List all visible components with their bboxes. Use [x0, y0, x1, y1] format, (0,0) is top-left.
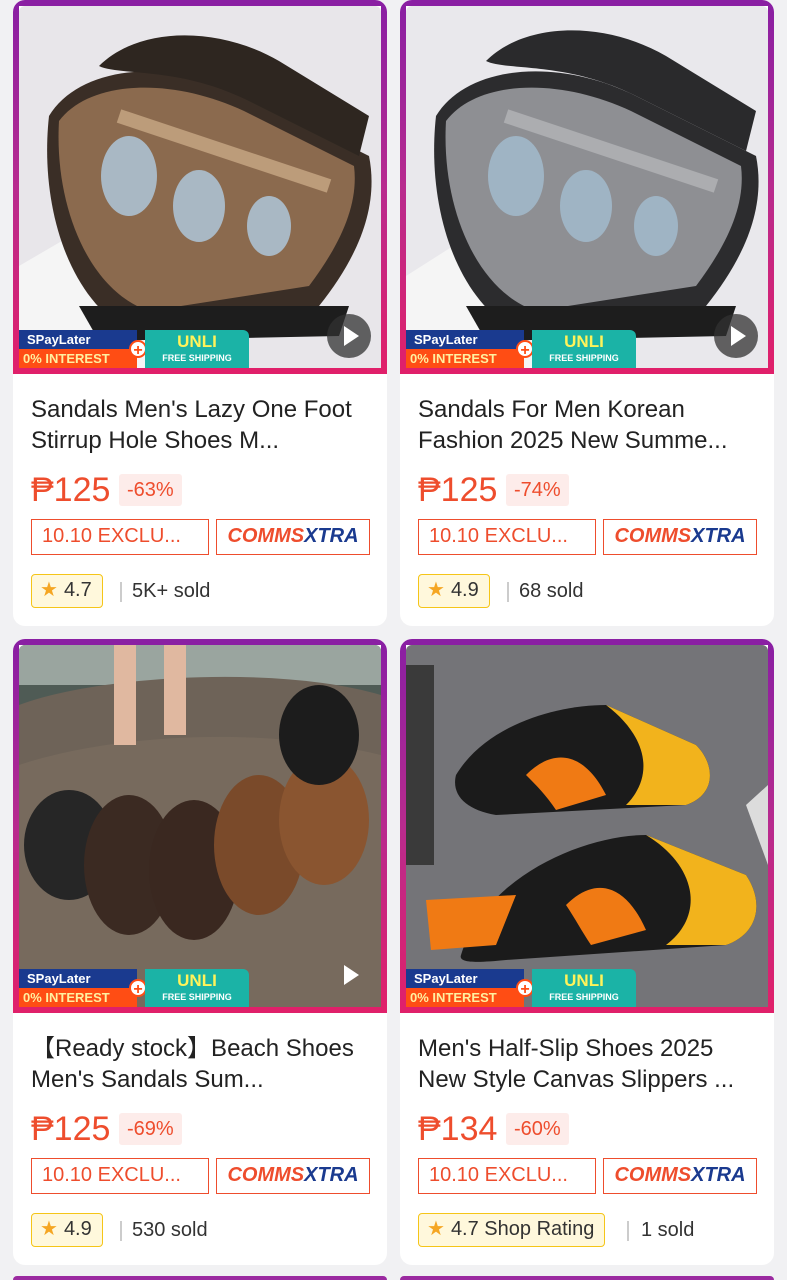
- product-card[interactable]: SPayLater 0% INTEREST + UNLI FREE SHIPPI…: [13, 0, 387, 626]
- product-price: ₱125: [31, 1110, 111, 1148]
- interest-label: 0% INTEREST: [406, 349, 524, 368]
- rating-badge: ★ 4.7 Shop Rating: [418, 1213, 606, 1247]
- rating-badge: ★ 4.9: [31, 1213, 103, 1247]
- spaylater-badge: SPayLater 0% INTEREST: [19, 330, 137, 368]
- unli-label: UNLI: [177, 971, 217, 990]
- promo-badges: SPayLater 0% INTEREST + UNLI FREE SHIPPI…: [19, 969, 249, 1007]
- product-title[interactable]: 【Ready stock】Beach Shoes Men's Sandals S…: [31, 1033, 371, 1095]
- sold-count: 530 sold: [132, 1219, 208, 1241]
- promo-badges: SPayLater 0% INTEREST + UNLI FREE SHIPPI…: [406, 969, 636, 1007]
- star-icon: ★: [427, 579, 445, 601]
- product-title[interactable]: Men's Half-Slip Shoes 2025 New Style Can…: [418, 1033, 758, 1095]
- product-image[interactable]: SPayLater 0% INTEREST + UNLI FREE SHIPPI…: [400, 639, 774, 1013]
- free-shipping-badge: UNLI FREE SHIPPING: [145, 969, 249, 1007]
- rating-value: 4.9: [63, 1218, 92, 1240]
- divider: [507, 582, 509, 602]
- discount-badge: -63%: [119, 474, 182, 506]
- product-image[interactable]: SPayLater 0% INTEREST + UNLI FREE SHIPPI…: [13, 639, 387, 1013]
- discount-badge: -69%: [119, 1113, 182, 1145]
- product-card[interactable]: SPayLater 0% INTEREST + UNLI FREE SHIPPI…: [13, 639, 387, 1265]
- product-photo: [406, 645, 768, 1007]
- star-icon: ★: [40, 1218, 58, 1240]
- comms-label: COMMS: [227, 525, 305, 547]
- free-shipping-label: FREE SHIPPING: [549, 353, 619, 363]
- spaylater-badge: SPayLater 0% INTEREST: [406, 969, 524, 1007]
- promo-tag: 10.10 EXCLU...: [31, 1158, 209, 1194]
- comms-label: COMMS: [614, 525, 692, 547]
- next-card-edge: [400, 1276, 774, 1280]
- star-icon: ★: [427, 1218, 445, 1240]
- product-price: ₱125: [31, 471, 111, 509]
- product-image[interactable]: SPayLater 0% INTEREST + UNLI FREE SHIPPI…: [400, 0, 774, 374]
- free-shipping-label: FREE SHIPPING: [162, 353, 232, 363]
- commsxtra-badge: COMMSXTRA: [216, 519, 370, 555]
- promo-badges: SPayLater 0% INTEREST + UNLI FREE SHIPPI…: [19, 330, 249, 368]
- product-card[interactable]: SPayLater 0% INTEREST + UNLI FREE SHIPPI…: [400, 0, 774, 626]
- unli-label: UNLI: [564, 971, 604, 990]
- interest-label: 0% INTEREST: [19, 988, 137, 1007]
- product-photo: [19, 645, 381, 1007]
- play-video-icon[interactable]: [327, 953, 371, 997]
- product-price: ₱134: [418, 1110, 498, 1148]
- promo-tag: 10.10 EXCLU...: [418, 1158, 596, 1194]
- rating-badge: ★ 4.9: [418, 574, 490, 608]
- product-title[interactable]: Sandals For Men Korean Fashion 2025 New …: [418, 394, 758, 456]
- xtra-label: XTRA: [304, 1164, 359, 1186]
- spaylater-badge: SPayLater 0% INTEREST: [406, 330, 524, 368]
- spaylater-badge: SPayLater 0% INTEREST: [19, 969, 137, 1007]
- unli-label: UNLI: [564, 332, 604, 351]
- promo-tag: 10.10 EXCLU...: [418, 519, 596, 555]
- product-price: ₱125: [418, 471, 498, 509]
- comms-label: COMMS: [227, 1164, 305, 1186]
- spaylater-label: SPayLater: [19, 969, 137, 988]
- divider: [120, 582, 122, 602]
- free-shipping-badge: UNLI FREE SHIPPING: [532, 330, 636, 368]
- interest-label: 0% INTEREST: [19, 349, 137, 368]
- next-card-edge: [13, 1276, 387, 1280]
- promo-badges: SPayLater 0% INTEREST + UNLI FREE SHIPPI…: [406, 330, 636, 368]
- unli-label: UNLI: [177, 332, 217, 351]
- interest-label: 0% INTEREST: [406, 988, 524, 1007]
- commsxtra-badge: COMMSXTRA: [603, 519, 757, 555]
- product-photo: [19, 6, 381, 368]
- rating-value: 4.9: [450, 579, 479, 601]
- product-image[interactable]: SPayLater 0% INTEREST + UNLI FREE SHIPPI…: [13, 0, 387, 374]
- product-title[interactable]: Sandals Men's Lazy One Foot Stirrup Hole…: [31, 394, 371, 456]
- free-shipping-badge: UNLI FREE SHIPPING: [532, 969, 636, 1007]
- discount-badge: -60%: [506, 1113, 569, 1145]
- commsxtra-badge: COMMSXTRA: [216, 1158, 370, 1194]
- xtra-label: XTRA: [691, 525, 746, 547]
- commsxtra-badge: COMMSXTRA: [603, 1158, 757, 1194]
- sold-count: 1 sold: [641, 1219, 695, 1241]
- rating-value: 4.7 Shop Rating: [450, 1218, 595, 1240]
- free-shipping-label: FREE SHIPPING: [549, 992, 619, 1002]
- product-card[interactable]: SPayLater 0% INTEREST + UNLI FREE SHIPPI…: [400, 639, 774, 1265]
- free-shipping-badge: UNLI FREE SHIPPING: [145, 330, 249, 368]
- free-shipping-label: FREE SHIPPING: [162, 992, 232, 1002]
- star-icon: ★: [40, 579, 58, 601]
- xtra-label: XTRA: [691, 1164, 746, 1186]
- divider: [120, 1221, 122, 1241]
- divider: [627, 1221, 629, 1241]
- spaylater-label: SPayLater: [406, 969, 524, 988]
- promo-tag: 10.10 EXCLU...: [31, 519, 209, 555]
- rating-badge: ★ 4.7: [31, 574, 103, 608]
- comms-label: COMMS: [614, 1164, 692, 1186]
- spaylater-label: SPayLater: [19, 330, 137, 349]
- spaylater-label: SPayLater: [406, 330, 524, 349]
- play-video-icon[interactable]: [327, 314, 371, 358]
- sold-count: 5K+ sold: [132, 580, 211, 602]
- play-video-icon[interactable]: [714, 314, 758, 358]
- product-grid: SPayLater 0% INTEREST + UNLI FREE SHIPPI…: [0, 0, 787, 1280]
- xtra-label: XTRA: [304, 525, 359, 547]
- product-photo: [406, 6, 768, 368]
- rating-value: 4.7: [63, 579, 92, 601]
- sold-count: 68 sold: [519, 580, 584, 602]
- discount-badge: -74%: [506, 474, 569, 506]
